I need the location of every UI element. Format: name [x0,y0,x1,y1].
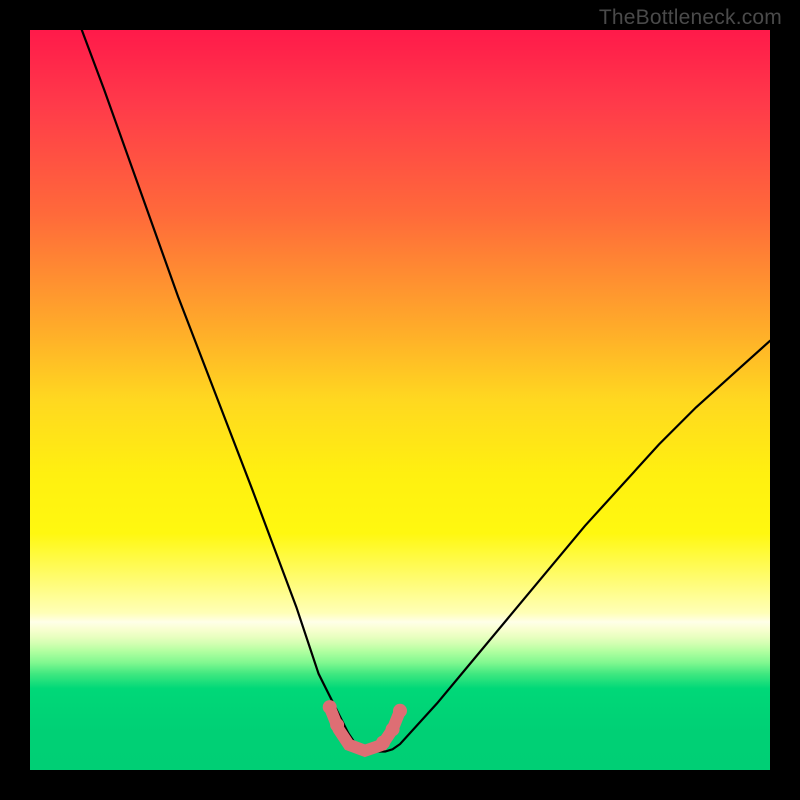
marker-dot [330,718,344,732]
marker-dot [323,700,337,714]
chart-plot-area [30,30,770,770]
marker-dot [386,722,400,736]
marker-dot [393,704,407,718]
marker-dots [323,700,407,750]
bottleneck-curve-svg [30,30,770,770]
watermark-text: TheBottleneck.com [599,6,782,30]
marker-dot [376,736,390,750]
bottleneck-curve [82,30,770,752]
